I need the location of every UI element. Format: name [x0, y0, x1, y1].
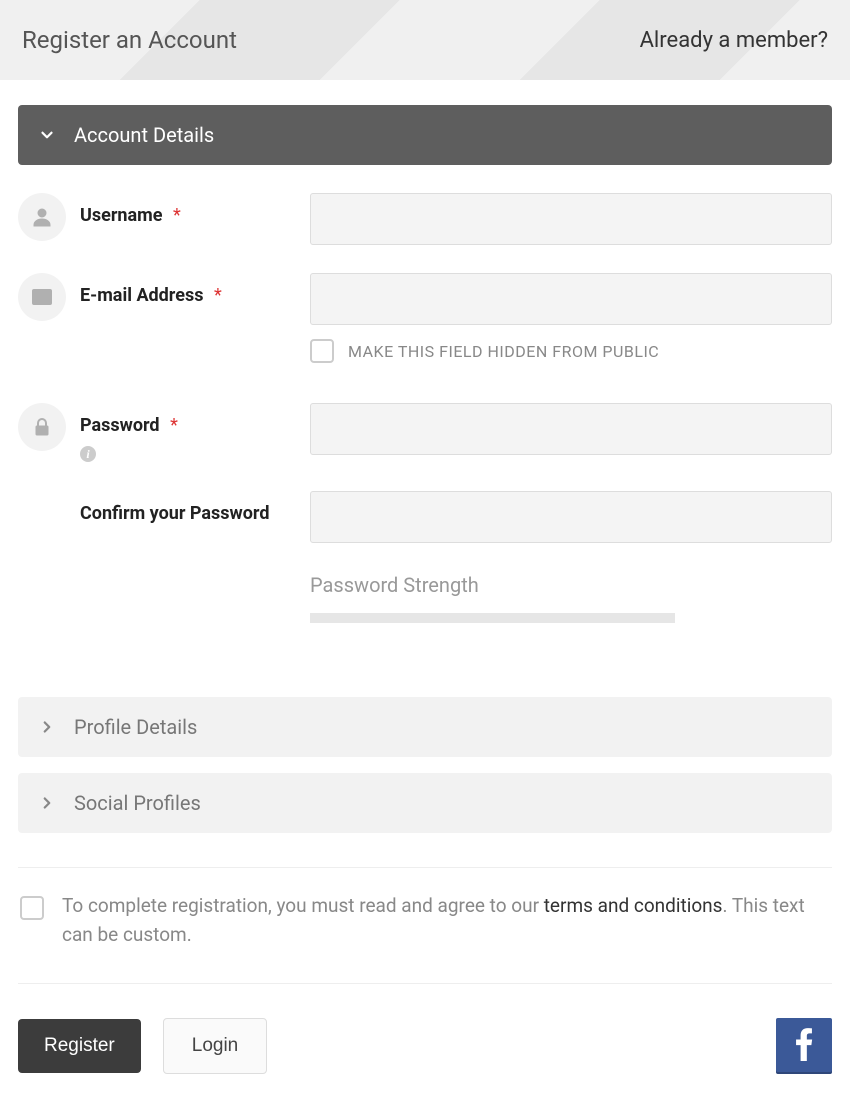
- register-button[interactable]: Register: [18, 1019, 141, 1073]
- info-icon[interactable]: i: [80, 446, 96, 462]
- required-star: *: [214, 285, 222, 306]
- terms-row: To complete registration, you must read …: [18, 892, 832, 949]
- required-star: *: [170, 415, 178, 436]
- account-form: Username * E-mail Address * MAKE THIS FI…: [18, 165, 832, 681]
- section-social-profiles-header[interactable]: Social Profiles: [18, 773, 832, 833]
- content: Account Details Username * E-mail Addres…: [0, 80, 850, 1074]
- lock-icon: [18, 403, 66, 451]
- already-member-link[interactable]: Already a member?: [640, 28, 828, 53]
- page-title: Register an Account: [22, 26, 237, 54]
- user-icon: [18, 193, 66, 241]
- username-input[interactable]: [310, 193, 832, 245]
- button-row: Register Login: [18, 1008, 832, 1074]
- label-email: E-mail Address *: [80, 273, 310, 306]
- login-button[interactable]: Login: [163, 1018, 268, 1074]
- section-profile-details-header[interactable]: Profile Details: [18, 697, 832, 757]
- password-strength-bar: [310, 613, 675, 623]
- password-strength-label: Password Strength: [310, 573, 832, 597]
- section-account-title: Account Details: [74, 123, 214, 147]
- row-email: E-mail Address * MAKE THIS FIELD HIDDEN …: [18, 273, 832, 363]
- terms-link[interactable]: terms and conditions: [544, 894, 723, 917]
- terms-checkbox[interactable]: [20, 896, 44, 920]
- row-password: Password * i: [18, 403, 832, 463]
- facebook-button[interactable]: [776, 1018, 832, 1074]
- section-social-title: Social Profiles: [74, 791, 201, 815]
- hide-email-row: MAKE THIS FIELD HIDDEN FROM PUBLIC: [310, 339, 832, 363]
- label-confirm-password: Confirm your Password: [80, 491, 310, 524]
- page-header: Register an Account Already a member?: [0, 0, 850, 80]
- confirm-password-input[interactable]: [310, 491, 832, 543]
- row-confirm-password: Confirm your Password Password Strength: [18, 491, 832, 623]
- chevron-right-icon: [38, 718, 56, 736]
- password-input[interactable]: [310, 403, 832, 455]
- hide-email-checkbox[interactable]: [310, 339, 334, 363]
- chevron-down-icon: [38, 126, 56, 144]
- section-account-details-header[interactable]: Account Details: [18, 105, 832, 165]
- required-star: *: [173, 205, 181, 226]
- envelope-icon: [18, 273, 66, 321]
- row-username: Username *: [18, 193, 832, 245]
- hide-email-label: MAKE THIS FIELD HIDDEN FROM PUBLIC: [348, 342, 659, 361]
- divider: [18, 983, 832, 984]
- section-profile-title: Profile Details: [74, 715, 197, 739]
- chevron-right-icon: [38, 794, 56, 812]
- label-password: Password * i: [80, 403, 310, 463]
- facebook-icon: [793, 1027, 815, 1065]
- terms-text: To complete registration, you must read …: [62, 892, 830, 949]
- divider: [18, 867, 832, 868]
- label-username: Username *: [80, 193, 310, 226]
- email-input[interactable]: [310, 273, 832, 325]
